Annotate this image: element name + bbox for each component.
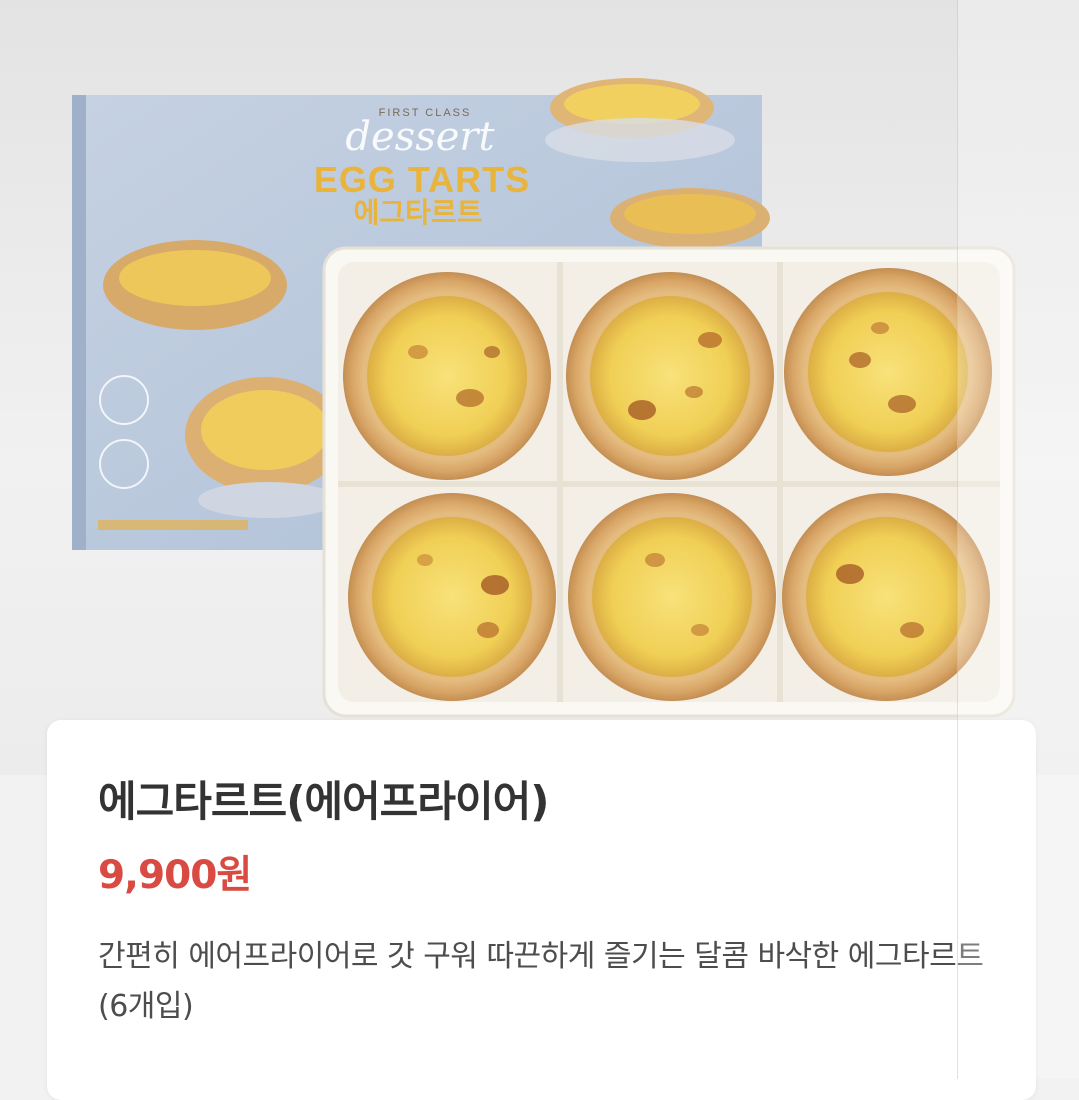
product-title: 에그타르트(에어프라이어) (98, 777, 549, 826)
egg-tart (568, 493, 776, 701)
box-title-en: EGG TARTS (314, 159, 530, 200)
egg-tart (348, 493, 556, 701)
vertical-divider (957, 0, 958, 1079)
right-edge-overlay (958, 0, 1079, 1079)
box-script-text: dessert (345, 114, 495, 160)
box-title-ko: 에그타르트 (354, 196, 483, 229)
product-description: 간편히 에어프라이어로 갓 구워 따끈하게 즐기는 달콤 바삭한 에그타르트(6… (98, 939, 984, 1024)
egg-tart (566, 272, 774, 480)
product-photo: FIRST CLASS dessert EGG TARTS 에그타르트 (72, 78, 1016, 718)
product-image-area: FIRST CLASS dessert EGG TARTS 에그타르트 (0, 0, 1079, 775)
egg-tart (343, 272, 551, 480)
product-price: 9,900원 (98, 853, 252, 898)
product-info-card: 에그타르트(에어프라이어) 9,900원 간편히 에어프라이어로 갓 구워 따끈… (47, 720, 1036, 1100)
